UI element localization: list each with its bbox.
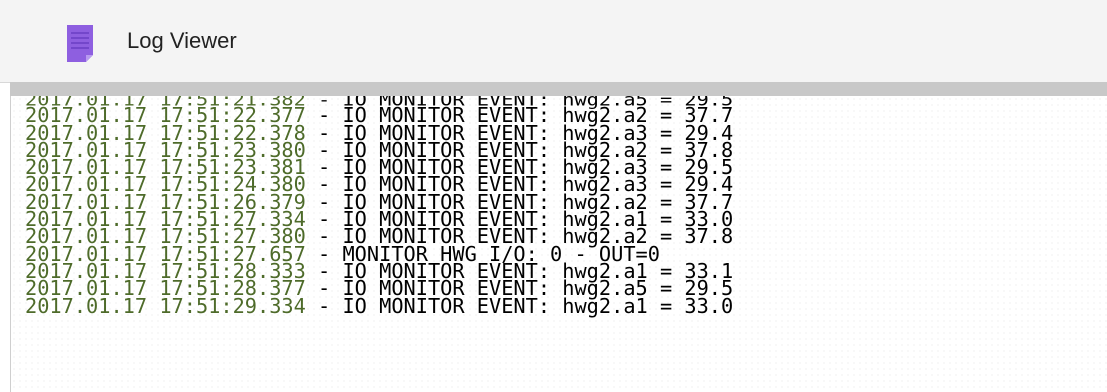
log-line: 2017.01.17 17:51:29.334 - IO MONITOR EVE…: [25, 295, 733, 315]
log-message: - IO MONITOR EVENT: hwg2.a1 = 33.0: [305, 293, 734, 318]
window-title: Log Viewer: [127, 28, 237, 53]
title-bar: Log Viewer: [0, 0, 1107, 83]
header-separator: [10, 82, 1107, 96]
log-panel[interactable]: 2017.01.17 17:51:21.382 - IO MONITOR EVE…: [10, 96, 1107, 392]
log-document-icon: [67, 25, 93, 62]
log-timestamp: 2017.01.17 17:51:21.382: [25, 96, 306, 110]
log-message: - IO MONITOR EVENT: hwg2.a5 = 29.5: [305, 96, 734, 110]
log-list: 2017.01.17 17:51:21.382 - IO MONITOR EVE…: [25, 96, 734, 316]
log-timestamp: 2017.01.17 17:51:29.334: [25, 293, 306, 318]
log-line: 2017.01.17 17:51:21.382 - IO MONITOR EVE…: [25, 96, 734, 110]
